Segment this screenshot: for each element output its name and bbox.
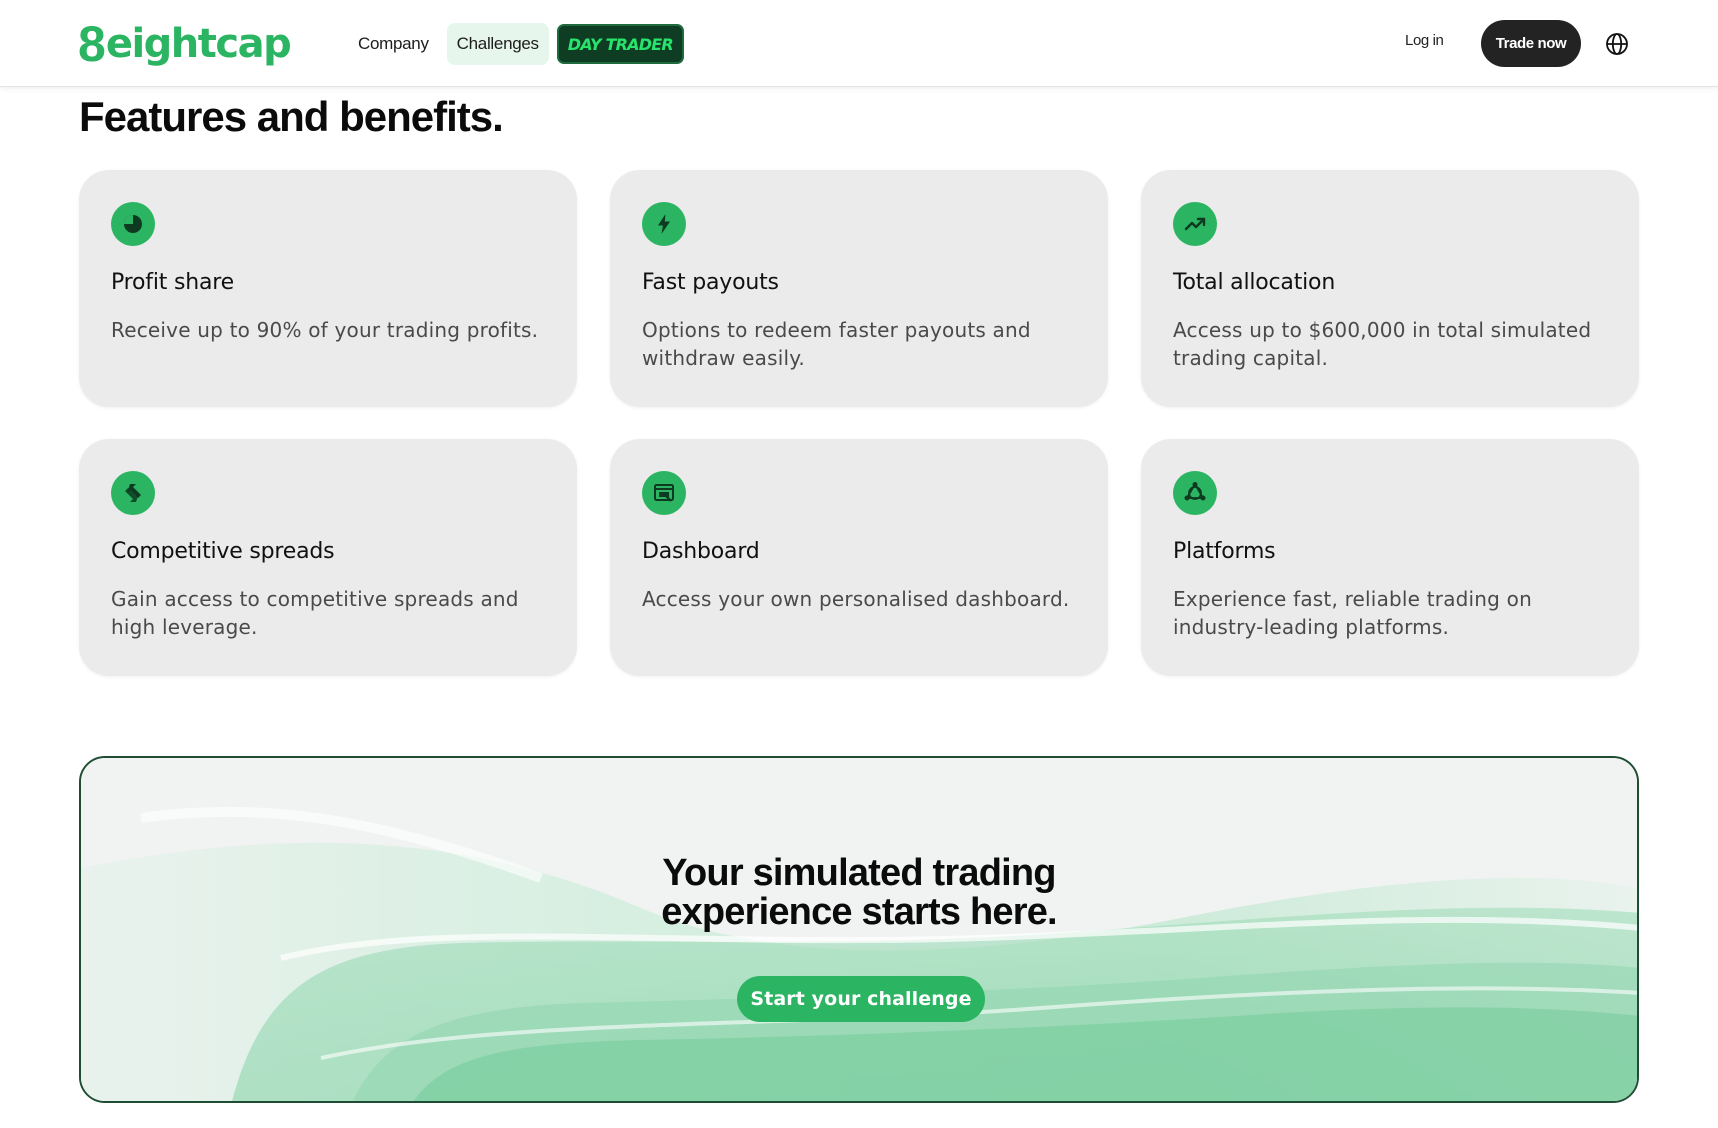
logo-mark: 8 (78, 16, 106, 72)
cta-title-line-1: Your simulated trading (662, 852, 1056, 894)
nav-link-company[interactable]: Company (348, 23, 439, 65)
lightning-bolt-icon (642, 202, 686, 246)
feature-description: Receive up to 90% of your trading profit… (111, 318, 539, 342)
feature-card-dashboard: Dashboard Access your own personalised d… (610, 439, 1108, 676)
feature-title: Total allocation (1173, 270, 1336, 295)
nav-link-challenges[interactable]: Challenges (446, 23, 549, 65)
feature-card-competitive-spreads: Competitive spreads Gain access to compe… (79, 439, 577, 676)
login-link[interactable]: Log in (1405, 32, 1444, 49)
feature-card-profit-share: Profit share Receive up to 90% of your t… (79, 170, 577, 407)
top-navigation: 8 eightcap Company Challenges DAY TRADER… (0, 0, 1718, 87)
start-challenge-button[interactable]: Start your challenge (737, 976, 985, 1022)
feature-title: Dashboard (642, 539, 760, 564)
eightcap-logo[interactable]: 8 eightcap (78, 16, 292, 72)
feature-title: Fast payouts (642, 270, 779, 295)
cta-title: Your simulated trading experience starts… (81, 854, 1637, 932)
cta-title-line-2: experience starts here. (661, 891, 1057, 933)
feature-description: Access your own personalised dashboard. (642, 587, 1070, 611)
primary-nav: Company Challenges DAY TRADER (348, 23, 684, 65)
dashboard-icon (642, 471, 686, 515)
cta-banner: Your simulated trading experience starts… (79, 756, 1639, 1103)
trending-up-icon (1173, 202, 1217, 246)
trade-now-button[interactable]: Trade now (1481, 20, 1581, 67)
globe-icon[interactable] (1605, 32, 1629, 56)
feature-card-platforms: Platforms Experience fast, reliable trad… (1141, 439, 1639, 676)
feature-card-total-allocation: Total allocation Access up to $600,000 i… (1141, 170, 1639, 407)
feature-title: Platforms (1173, 539, 1276, 564)
feature-title: Profit share (111, 270, 234, 295)
feature-description: Options to redeem faster payouts and wit… (642, 318, 1031, 370)
logo-wordmark: eightcap (105, 21, 292, 67)
feature-card-fast-payouts: Fast payouts Options to redeem faster pa… (610, 170, 1108, 407)
swap-arrows-icon (111, 471, 155, 515)
feature-description: Gain access to competitive spreads and h… (111, 587, 519, 639)
pie-chart-icon (111, 202, 155, 246)
features-heading: Features and benefits. (79, 93, 504, 140)
platforms-icon (1173, 471, 1217, 515)
feature-description: Access up to $600,000 in total simulated… (1173, 318, 1592, 370)
feature-title: Competitive spreads (111, 539, 335, 564)
day-trader-badge[interactable]: DAY TRADER (556, 24, 684, 64)
feature-description: Experience fast, reliable trading on ind… (1173, 587, 1532, 639)
